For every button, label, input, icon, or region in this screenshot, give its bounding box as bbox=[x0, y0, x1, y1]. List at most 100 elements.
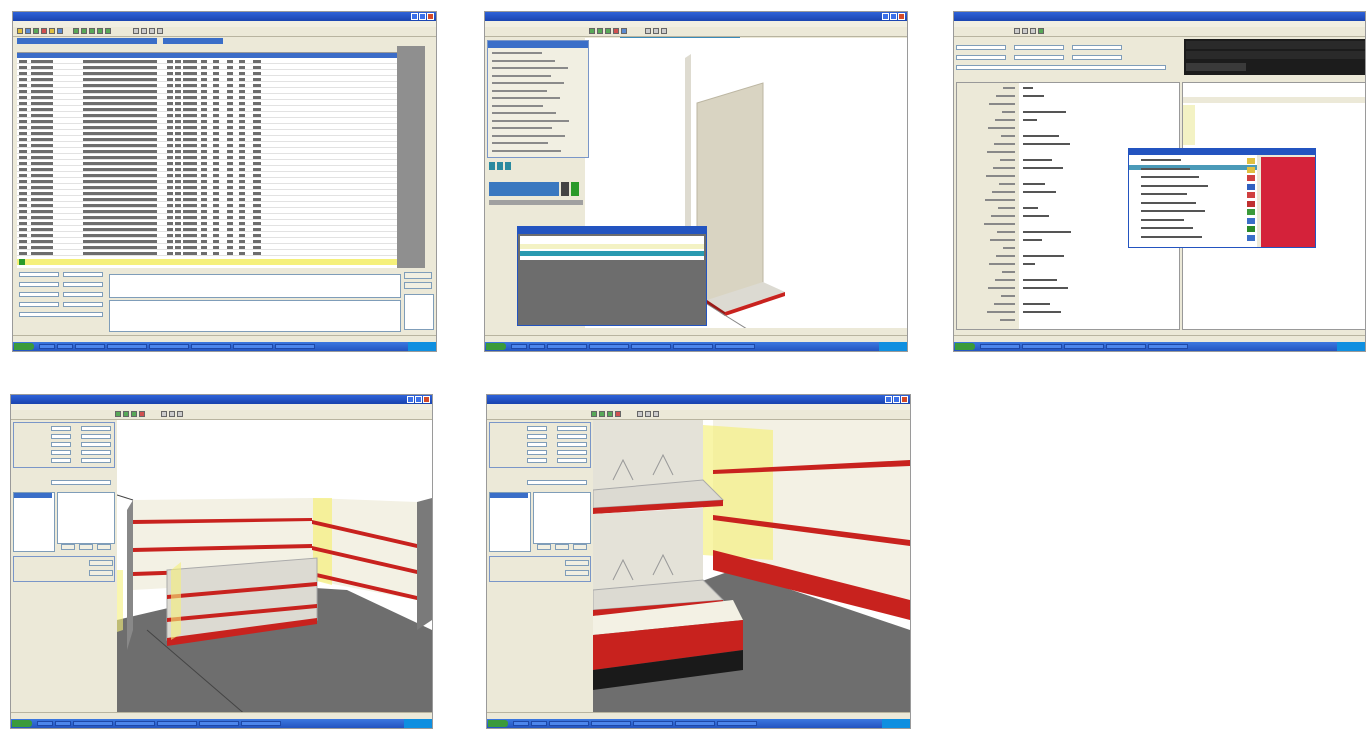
menu-item[interactable] bbox=[492, 89, 547, 92]
taskbar-item[interactable] bbox=[529, 344, 545, 349]
taskbar-item[interactable] bbox=[275, 344, 315, 349]
table-row[interactable] bbox=[17, 95, 397, 100]
dimension-field[interactable] bbox=[81, 434, 111, 439]
taskbar-item[interactable] bbox=[980, 344, 1020, 349]
window-titlebar[interactable] bbox=[485, 12, 907, 21]
form-field[interactable] bbox=[63, 302, 103, 307]
3d-viewport[interactable] bbox=[117, 420, 432, 716]
taskbar-item[interactable] bbox=[1148, 344, 1188, 349]
table-row-highlighted[interactable] bbox=[17, 259, 397, 265]
taskbar-item[interactable] bbox=[233, 344, 273, 349]
window-minimize-icon[interactable] bbox=[882, 13, 889, 20]
form-field[interactable] bbox=[19, 272, 59, 277]
taskbar-item[interactable] bbox=[73, 721, 113, 726]
dimension-field[interactable] bbox=[557, 434, 587, 439]
menu-item[interactable] bbox=[492, 52, 542, 54]
toolbar-icon[interactable] bbox=[25, 28, 31, 34]
property-value[interactable] bbox=[1023, 207, 1038, 209]
taskbar-item[interactable] bbox=[631, 344, 671, 349]
window-maximize-icon[interactable] bbox=[419, 13, 426, 20]
toolbar-icon[interactable] bbox=[139, 411, 145, 417]
panel-button[interactable] bbox=[89, 570, 113, 576]
object-list[interactable] bbox=[13, 492, 55, 552]
table-row[interactable] bbox=[17, 59, 397, 64]
dimension-field[interactable] bbox=[557, 426, 587, 431]
window-maximize-icon[interactable] bbox=[890, 13, 897, 20]
menu-item[interactable] bbox=[492, 82, 564, 84]
color-list-item[interactable] bbox=[1141, 193, 1187, 195]
dimension-field[interactable] bbox=[527, 434, 547, 439]
taskbar-item[interactable] bbox=[717, 721, 757, 726]
property-value[interactable] bbox=[1023, 95, 1044, 97]
property-value[interactable] bbox=[1023, 287, 1068, 289]
form-field[interactable] bbox=[1072, 55, 1122, 60]
dimension-field[interactable] bbox=[557, 450, 587, 455]
window-close-icon[interactable] bbox=[898, 13, 905, 20]
toolbar-icon[interactable] bbox=[149, 28, 155, 34]
table-row[interactable] bbox=[17, 65, 397, 70]
table-row[interactable] bbox=[17, 131, 397, 136]
property-value[interactable] bbox=[1023, 279, 1057, 281]
dimension-field[interactable] bbox=[527, 426, 547, 431]
object-list-item-selected[interactable] bbox=[490, 493, 528, 498]
table-row[interactable] bbox=[17, 221, 397, 226]
form-field[interactable] bbox=[956, 55, 1006, 60]
form-field[interactable] bbox=[63, 282, 103, 287]
window-close-icon[interactable] bbox=[423, 396, 430, 403]
taskbar-item[interactable] bbox=[673, 344, 713, 349]
panel-button[interactable] bbox=[89, 560, 113, 566]
toolbar-icon[interactable] bbox=[73, 28, 79, 34]
toolbar-icon[interactable] bbox=[97, 28, 103, 34]
toolbar-icon[interactable] bbox=[589, 28, 595, 34]
dimension-field[interactable] bbox=[51, 442, 71, 447]
menu-item[interactable] bbox=[492, 97, 560, 99]
taskbar-item[interactable] bbox=[199, 721, 239, 726]
taskbar-item[interactable] bbox=[1022, 344, 1062, 349]
dimension-field[interactable] bbox=[527, 450, 547, 455]
panel-button[interactable] bbox=[79, 544, 93, 550]
toolbar-icon[interactable] bbox=[115, 411, 121, 417]
menu-item[interactable] bbox=[492, 59, 555, 62]
taskbar-item[interactable] bbox=[107, 344, 147, 349]
toolbar-icon[interactable] bbox=[1022, 28, 1028, 34]
color-list-item[interactable] bbox=[1141, 167, 1190, 170]
panel-button[interactable] bbox=[565, 570, 589, 576]
table-row[interactable] bbox=[17, 179, 397, 184]
dialog-list-item-selected[interactable] bbox=[520, 251, 704, 256]
toolbar-icon[interactable] bbox=[41, 28, 47, 34]
property-value[interactable] bbox=[1023, 311, 1061, 313]
table-row[interactable] bbox=[17, 161, 397, 166]
table-row[interactable] bbox=[17, 71, 397, 76]
property-value[interactable] bbox=[1023, 183, 1045, 185]
dimension-field[interactable] bbox=[527, 442, 547, 447]
dimension-field[interactable] bbox=[51, 450, 71, 455]
tab-strip-secondary[interactable] bbox=[163, 38, 223, 44]
3d-viewport[interactable] bbox=[593, 420, 910, 716]
taskbar-item[interactable] bbox=[513, 721, 529, 726]
panel-button[interactable] bbox=[555, 544, 569, 550]
taskbar-item[interactable] bbox=[157, 721, 197, 726]
taskbar-item[interactable] bbox=[531, 721, 547, 726]
taskbar-item[interactable] bbox=[511, 344, 527, 349]
toolbar-icon[interactable] bbox=[637, 411, 643, 417]
toolbar-icon[interactable] bbox=[597, 28, 603, 34]
dimension-field[interactable] bbox=[51, 434, 71, 439]
toolbar-icon[interactable] bbox=[57, 28, 63, 34]
form-field[interactable] bbox=[19, 292, 59, 297]
dimension-field[interactable] bbox=[81, 426, 111, 431]
toolbar-icon[interactable] bbox=[141, 28, 147, 34]
table-row[interactable] bbox=[17, 215, 397, 220]
table-row[interactable] bbox=[17, 143, 397, 148]
object-list-item-selected[interactable] bbox=[14, 493, 52, 498]
window-titlebar[interactable] bbox=[954, 12, 1365, 21]
tab-strip[interactable] bbox=[17, 38, 157, 44]
property-value[interactable] bbox=[1023, 303, 1050, 305]
panel-button[interactable] bbox=[61, 544, 75, 550]
toolbar-icon[interactable] bbox=[645, 28, 651, 34]
table-row[interactable] bbox=[17, 107, 397, 112]
object-list[interactable] bbox=[489, 492, 531, 552]
toolbar-icon[interactable] bbox=[123, 411, 129, 417]
window-close-icon[interactable] bbox=[427, 13, 434, 20]
start-button[interactable] bbox=[14, 343, 34, 350]
window-titlebar[interactable] bbox=[487, 395, 910, 404]
